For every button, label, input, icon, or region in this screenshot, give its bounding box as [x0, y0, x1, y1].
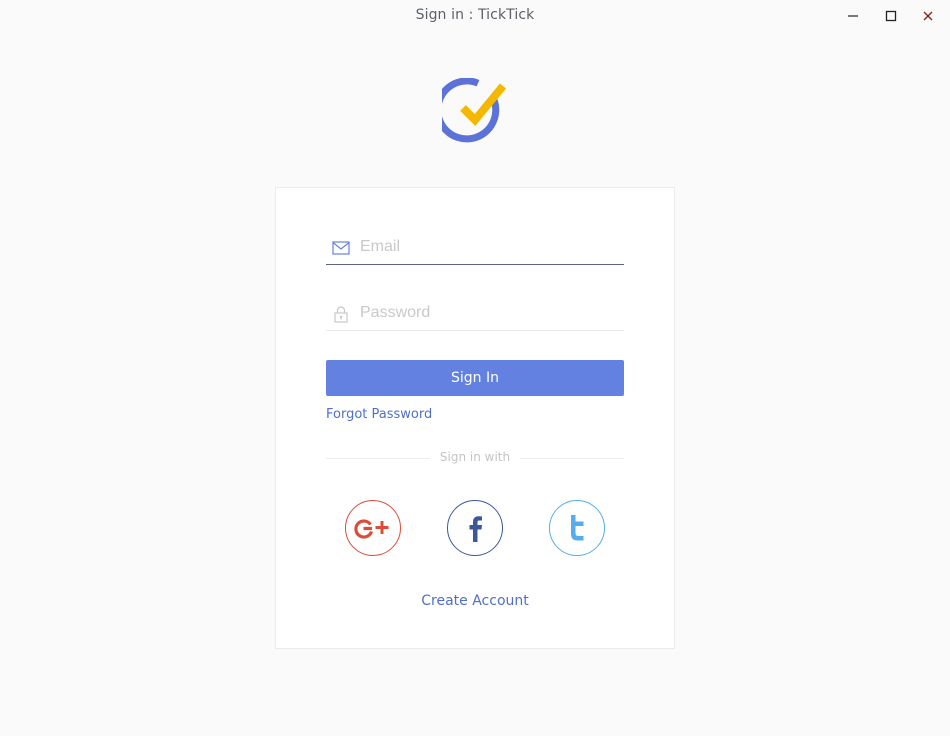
password-input[interactable]	[360, 300, 620, 326]
create-account-link[interactable]: Create Account	[276, 593, 674, 609]
twitter-icon	[550, 501, 604, 555]
facebook-icon	[448, 501, 502, 555]
sign-in-card: Sign In Forgot Password Sign in with	[275, 187, 675, 649]
divider-right	[520, 458, 624, 459]
ticktick-logo-icon	[434, 77, 510, 146]
email-input[interactable]	[360, 234, 620, 260]
title-bar: Sign in : TickTick	[0, 0, 950, 32]
google-plus-icon	[346, 501, 400, 555]
forgot-password-link[interactable]: Forgot Password	[326, 407, 432, 422]
sign-in-button[interactable]: Sign In	[326, 360, 624, 396]
minimize-icon	[847, 10, 859, 22]
facebook-button[interactable]	[447, 500, 503, 556]
close-button[interactable]	[918, 6, 938, 26]
close-icon	[922, 10, 934, 22]
email-field	[326, 230, 624, 265]
envelope-icon	[332, 239, 350, 257]
twitter-button[interactable]	[549, 500, 605, 556]
password-field	[326, 296, 624, 331]
window-title: Sign in : TickTick	[415, 7, 535, 23]
maximize-button[interactable]	[881, 6, 901, 26]
maximize-icon	[885, 10, 897, 22]
google-plus-button[interactable]	[345, 500, 401, 556]
minimize-button[interactable]	[843, 6, 863, 26]
sign-in-with-label: Sign in with	[439, 450, 511, 464]
lock-icon	[332, 305, 350, 323]
